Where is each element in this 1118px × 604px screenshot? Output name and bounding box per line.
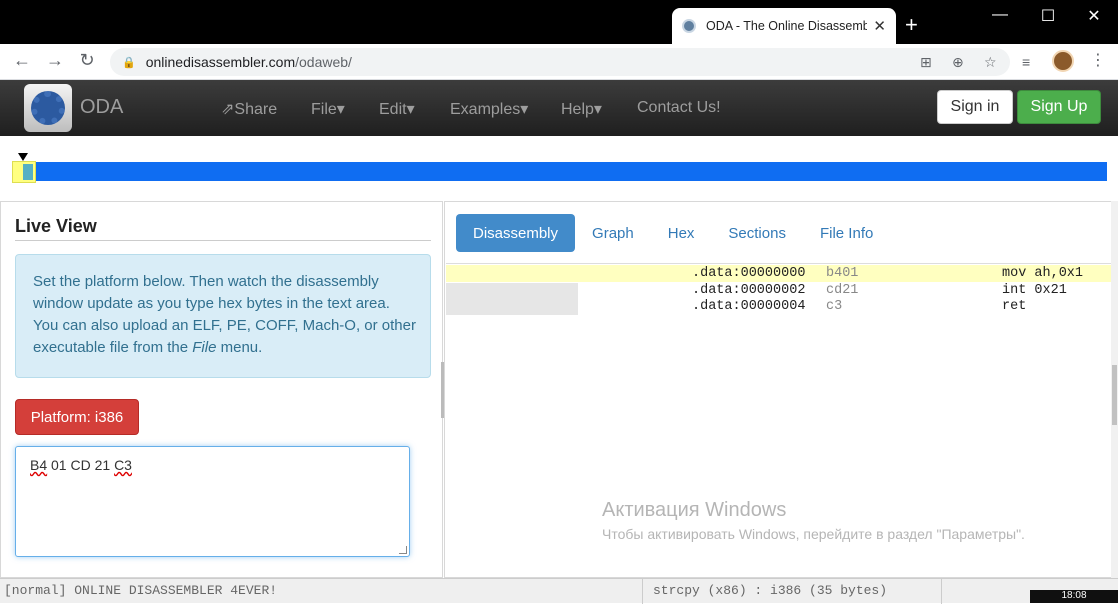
disasm-instruction: ret: [1002, 299, 1027, 314]
tab-disassembly[interactable]: Disassembly: [456, 214, 576, 252]
disasm-row[interactable]: .data:00000002 cd21 int 0x21: [446, 282, 1111, 299]
sign-in-button[interactable]: Sign in: [937, 90, 1013, 124]
reload-icon[interactable]: ↻: [75, 50, 99, 71]
selection-highlight[interactable]: [12, 161, 36, 183]
share-icon: ⇗: [221, 101, 235, 118]
disasm-bytes: b401: [826, 266, 859, 281]
disasm-bytes: c3: [826, 299, 843, 314]
live-view-title: Live View: [15, 216, 97, 236]
forward-icon[interactable]: →: [43, 50, 67, 71]
watermark-subtitle: Чтобы активировать Windows, перейдите в …: [602, 526, 1025, 542]
zoom-icon[interactable]: ⊕: [952, 54, 964, 71]
disasm-bytes: cd21: [826, 283, 859, 298]
status-mode-text: [normal] ONLINE DISASSEMBLER 4EVER!: [4, 583, 278, 598]
brand-name[interactable]: ODA: [80, 96, 123, 119]
caret-down-icon: ▾: [406, 101, 415, 118]
binary-navigation-strip: [0, 136, 1118, 201]
window-minimize-button[interactable]: —: [980, 6, 1020, 24]
selection-cursor: [23, 164, 33, 180]
bookmark-star-icon[interactable]: ☆: [984, 54, 997, 71]
tab-graph[interactable]: Graph: [575, 214, 651, 252]
disasm-address: .data:00000002: [692, 283, 806, 298]
window-close-button[interactable]: ✕: [1074, 6, 1114, 26]
back-icon[interactable]: ←: [10, 50, 34, 71]
browser-menu-icon[interactable]: ⋮: [1090, 50, 1106, 70]
watermark-title: Активация Windows: [602, 499, 787, 521]
caret-down-icon: ▾: [520, 101, 529, 118]
nav-share[interactable]: ⇗Share: [221, 99, 277, 119]
disasm-address: .data:00000004: [692, 299, 806, 314]
browser-titlebar: ODA - The Online Disassembl ✕ + — ☐ ✕: [0, 0, 1118, 44]
oda-logo[interactable]: [24, 84, 72, 132]
translate-icon[interactable]: ⊞: [920, 54, 932, 71]
tab-hex[interactable]: Hex: [651, 214, 712, 252]
nav-file-dropdown[interactable]: File▾: [311, 99, 345, 119]
nav-examples-dropdown[interactable]: Examples▾: [450, 99, 528, 119]
browser-toolbar: ← → ↻ 🔒 onlinedisassembler.com/odaweb/ ⊞…: [0, 44, 1118, 80]
resize-grip-icon[interactable]: [399, 546, 407, 554]
tab-title: ODA - The Online Disassembl: [706, 19, 868, 33]
caret-down-icon: ▾: [593, 101, 602, 118]
lock-icon: 🔒: [122, 56, 136, 69]
profile-avatar[interactable]: [1052, 50, 1074, 72]
nav-help-dropdown[interactable]: Help▾: [561, 99, 602, 119]
view-tabs: Disassembly Graph Hex Sections File Info: [456, 214, 890, 252]
disasm-instruction: int 0x21: [1002, 283, 1067, 298]
caret-down-icon: ▾: [336, 101, 345, 118]
disassembly-panel: Disassembly Graph Hex Sections File Info…: [444, 201, 1113, 578]
platform-button[interactable]: Platform: i386: [15, 399, 139, 435]
tab-close-icon[interactable]: ✕: [873, 17, 886, 35]
taskbar-clock: 18:08: [1030, 590, 1118, 603]
media-queue-icon[interactable]: ≡: [1022, 54, 1030, 70]
disasm-address: .data:00000000: [692, 266, 806, 281]
disasm-instruction: mov ah,0x1: [1002, 266, 1084, 281]
oda-navbar: ODA ⇗Share File▾ Edit▾ Examples▾ Help▾ C…: [0, 80, 1118, 136]
nav-contact[interactable]: Contact Us!: [637, 99, 721, 117]
disasm-row[interactable]: .data:00000000 b401 mov ah,0x1: [446, 265, 1111, 282]
disassembly-listing[interactable]: .data:00000000 b401 mov ah,0x1 .data:000…: [446, 263, 1111, 575]
tab-file-info[interactable]: File Info: [803, 214, 890, 252]
browser-tab[interactable]: ODA - The Online Disassembl ✕: [672, 8, 896, 44]
disasm-row[interactable]: .data:00000004 c3 ret: [446, 298, 1111, 315]
gear-logo-icon: [31, 91, 65, 125]
status-bar: [normal] ONLINE DISASSEMBLER 4EVER! strc…: [0, 578, 1118, 604]
url-text: onlinedisassembler.com/odaweb/: [145, 54, 352, 70]
sign-up-button[interactable]: Sign Up: [1017, 90, 1101, 124]
divider: [15, 240, 431, 241]
window-maximize-button[interactable]: ☐: [1028, 6, 1068, 26]
hex-bytes-textarea[interactable]: B4 01 CD 21 C3: [15, 446, 410, 557]
oda-favicon-icon: [682, 19, 696, 33]
position-marker-icon[interactable]: [18, 153, 28, 161]
nav-edit-dropdown[interactable]: Edit▾: [379, 99, 415, 119]
windows-activation-watermark: Активация Windows Чтобы активировать Win…: [602, 499, 1025, 542]
scrollbar-thumb[interactable]: [1112, 365, 1117, 425]
status-file-info: strcpy (x86) : i386 (35 bytes): [642, 579, 942, 604]
info-alert: Set the platform below. Then watch the d…: [15, 254, 431, 378]
live-view-panel: Live View Set the platform below. Then w…: [0, 201, 443, 578]
section-bar[interactable]: [12, 162, 1107, 181]
new-tab-button[interactable]: +: [905, 12, 918, 38]
tab-sections[interactable]: Sections: [711, 214, 803, 252]
page-scrollbar[interactable]: [1111, 201, 1118, 578]
address-bar[interactable]: 🔒 onlinedisassembler.com/odaweb/: [110, 48, 1010, 76]
